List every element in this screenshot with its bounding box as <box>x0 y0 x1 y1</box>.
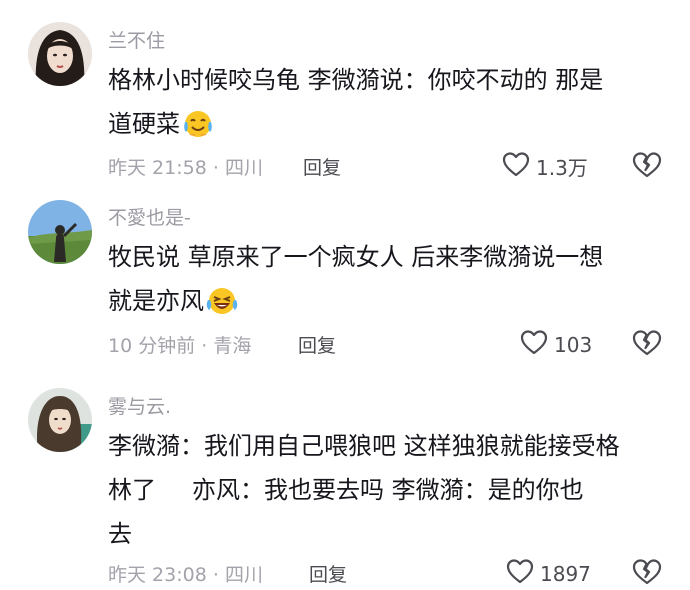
meta-separator: · <box>201 335 208 357</box>
comment-text-line: 去 <box>108 520 132 548</box>
comment-meta: 昨天 23:08 · 四川 <box>108 560 263 587</box>
reply-button[interactable]: 回复 <box>298 331 336 358</box>
timestamp: 昨天 23:08 <box>108 564 207 586</box>
comment-text-line: 李微漪：我们用自己喂狼吧 这样独狼就能接受格 <box>108 432 620 460</box>
comment-text-fragment: 就是亦风 <box>108 287 204 315</box>
like-count: 1897 <box>540 561 591 586</box>
meta-separator: · <box>212 157 219 179</box>
comment-text-line: 格林小时候咬乌龟 李微漪说：你咬不动的 那是 <box>108 66 604 94</box>
laughing-tears-emoji-icon <box>206 286 238 330</box>
broken-heart-icon <box>632 152 662 183</box>
dislike-button[interactable] <box>632 329 662 357</box>
broken-heart-icon <box>632 330 662 361</box>
comment-text: 牧民说 草原来了一个疯女人 后来李微漪说一想 就是亦风 <box>108 235 668 330</box>
like-button[interactable]: 1.3万 <box>502 151 588 182</box>
location: 青海 <box>213 335 252 357</box>
comment-text-fragment: 林了 <box>108 476 156 504</box>
comment-text-line: 道硬菜 <box>108 102 668 153</box>
avatar[interactable] <box>28 22 92 86</box>
timestamp: 10 分钟前 <box>108 335 196 357</box>
comment-meta: 10 分钟前 · 青海 <box>108 331 251 358</box>
heart-icon <box>506 558 534 589</box>
comment-text-line: 林了 亦风：我也要去吗 李微漪：是的你也 <box>108 468 668 512</box>
reply-button[interactable]: 回复 <box>303 153 341 180</box>
comment-text: 格林小时候咬乌龟 李微漪说：你咬不动的 那是 道硬菜 <box>108 58 668 153</box>
meta-separator: · <box>212 564 219 586</box>
location: 四川 <box>224 157 263 179</box>
comment-item: 不愛也是- 牧民说 草原来了一个疯女人 后来李微漪说一想 就是亦风 10 分钟前… <box>0 190 690 380</box>
username[interactable]: 雾与云. <box>108 392 171 419</box>
broken-heart-icon <box>632 559 662 590</box>
username[interactable]: 不愛也是- <box>108 203 191 230</box>
timestamp: 昨天 21:58 <box>108 157 207 179</box>
comment-text-line: 就是亦风 <box>108 279 668 330</box>
heart-icon <box>502 151 530 182</box>
comment-text-fragment: 亦风：我也要去吗 李微漪：是的你也 <box>192 476 584 504</box>
dislike-button[interactable] <box>632 558 662 586</box>
comment-meta: 昨天 21:58 · 四川 <box>108 153 263 180</box>
comment-text-fragment: 道硬菜 <box>108 110 180 138</box>
avatar[interactable] <box>28 388 92 452</box>
like-count: 1.3万 <box>536 156 588 180</box>
avatar[interactable] <box>28 200 92 264</box>
location: 四川 <box>224 564 263 586</box>
like-count: 103 <box>554 332 593 357</box>
dislike-button[interactable] <box>632 151 662 179</box>
comment-item: 雾与云. 李微漪：我们用自己喂狼吧 这样独狼就能接受格 林了 亦风：我也要去吗 李… <box>0 380 690 590</box>
like-button[interactable]: 103 <box>520 329 592 360</box>
smiling-tear-emoji-icon <box>182 109 214 153</box>
heart-icon <box>520 329 548 360</box>
username[interactable]: 兰不住 <box>108 26 165 53</box>
like-button[interactable]: 1897 <box>506 558 591 589</box>
comment-text-line: 牧民说 草原来了一个疯女人 后来李微漪说一想 <box>108 243 604 271</box>
comment-item: 兰不住 格林小时候咬乌龟 李微漪说：你咬不动的 那是 道硬菜 昨天 21:58 … <box>0 0 690 190</box>
comment-text: 李微漪：我们用自己喂狼吧 这样独狼就能接受格 林了 亦风：我也要去吗 李微漪：是的… <box>108 424 668 556</box>
reply-button[interactable]: 回复 <box>309 560 347 587</box>
